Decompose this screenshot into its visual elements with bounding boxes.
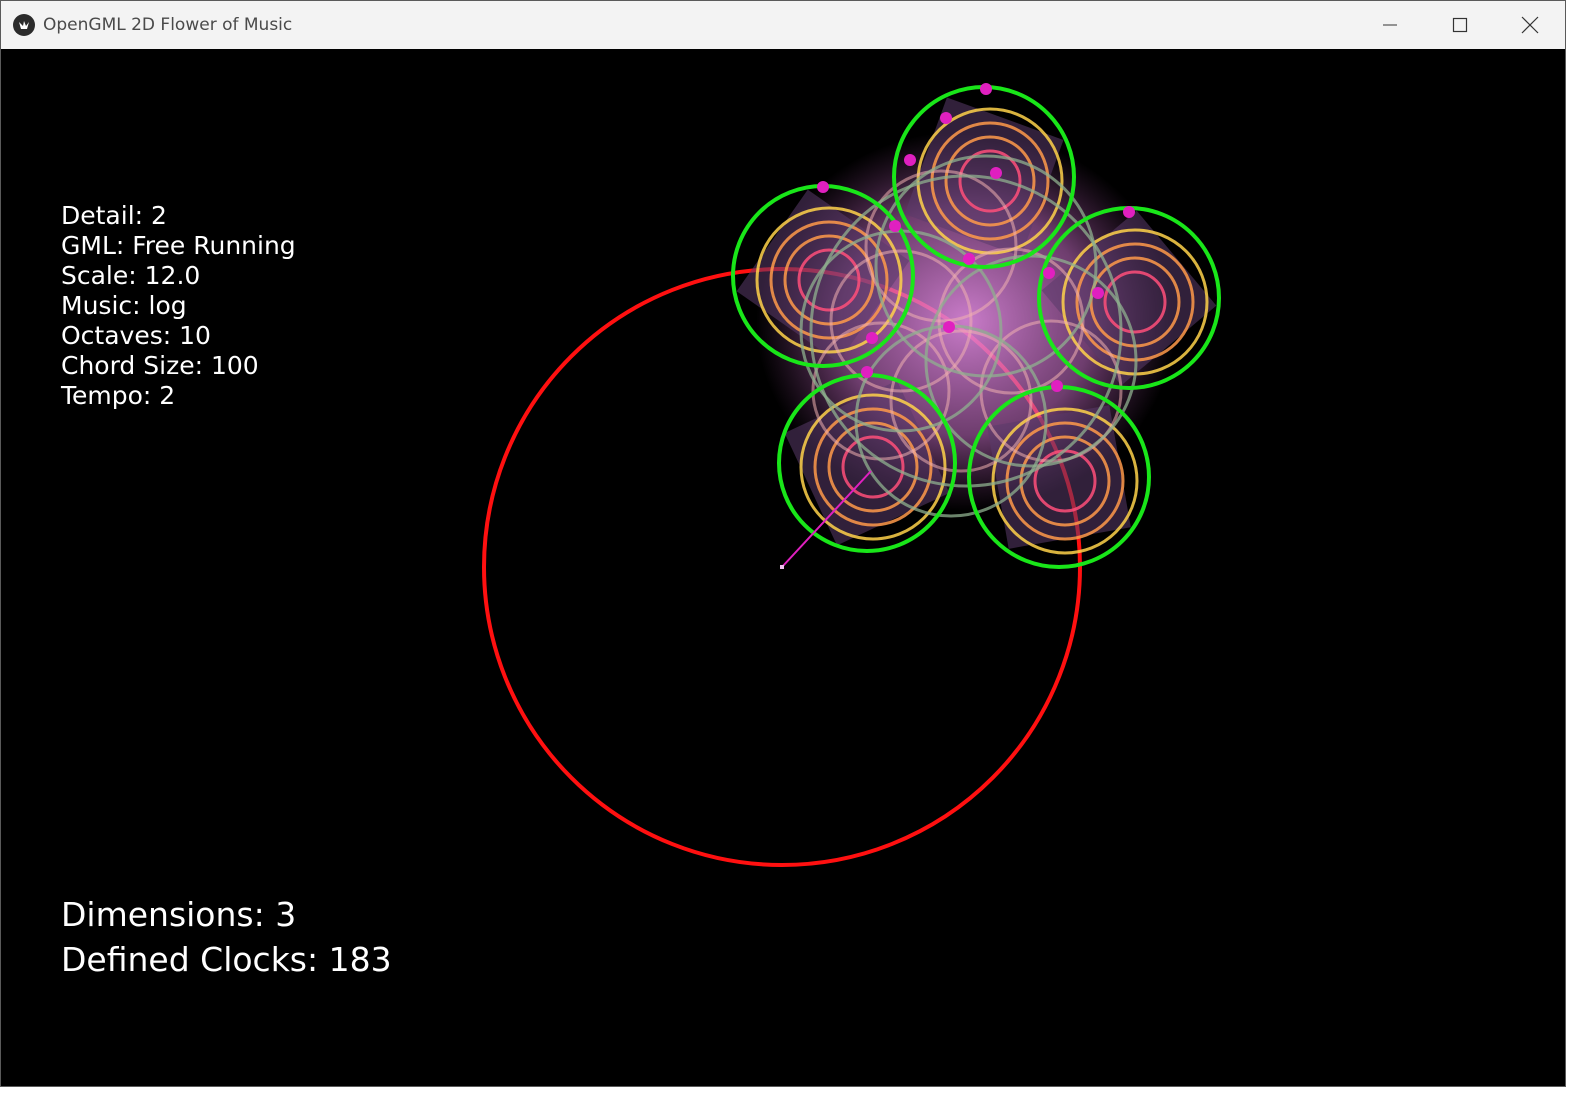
clock-marker <box>963 253 975 265</box>
clock-marker <box>904 154 916 166</box>
maximize-button[interactable] <box>1425 1 1495 49</box>
clock-marker <box>817 181 829 193</box>
title-bar[interactable]: OpenGML 2D Flower of Music <box>1 1 1565 49</box>
scale-label: Scale: 12.0 <box>61 261 201 290</box>
close-icon <box>1521 16 1539 34</box>
defined-clocks-label: Defined Clocks: 183 <box>61 940 392 979</box>
clock-marker <box>943 321 955 333</box>
clock-marker <box>861 366 873 378</box>
music-label: Music: log <box>61 291 187 320</box>
clock-marker <box>1123 206 1135 218</box>
minimize-button[interactable] <box>1355 1 1425 49</box>
kivy-logo-icon <box>13 14 35 36</box>
clock-marker <box>1051 380 1063 392</box>
clock-marker <box>889 220 901 232</box>
settings-hud: Detail: 2 GML: Free Running Scale: 12.0 … <box>61 201 296 411</box>
clock-marker <box>1092 287 1104 299</box>
clock-marker <box>980 83 992 95</box>
stats-hud: Dimensions: 3 Defined Clocks: 183 <box>61 892 392 982</box>
close-button[interactable] <box>1495 1 1565 49</box>
render-viewport[interactable]: Detail: 2 GML: Free Running Scale: 12.0 … <box>1 49 1565 1086</box>
window-title: OpenGML 2D Flower of Music <box>43 15 293 35</box>
gml-label: GML: Free Running <box>61 231 296 260</box>
detail-label: Detail: 2 <box>61 201 167 230</box>
app-window: OpenGML 2D Flower of Music Detail: 2 GML… <box>0 0 1566 1087</box>
clock-marker <box>866 332 878 344</box>
octaves-label: Octaves: 10 <box>61 321 211 350</box>
maximize-icon <box>1452 17 1468 33</box>
tempo-label: Tempo: 2 <box>61 381 176 410</box>
clock-marker <box>1043 267 1055 279</box>
minimize-icon <box>1383 24 1397 26</box>
dimensions-label: Dimensions: 3 <box>61 895 297 934</box>
clock-marker <box>990 167 1002 179</box>
center-point <box>780 565 784 569</box>
clock-marker <box>940 112 952 124</box>
chord-size-label: Chord Size: 100 <box>61 351 259 380</box>
